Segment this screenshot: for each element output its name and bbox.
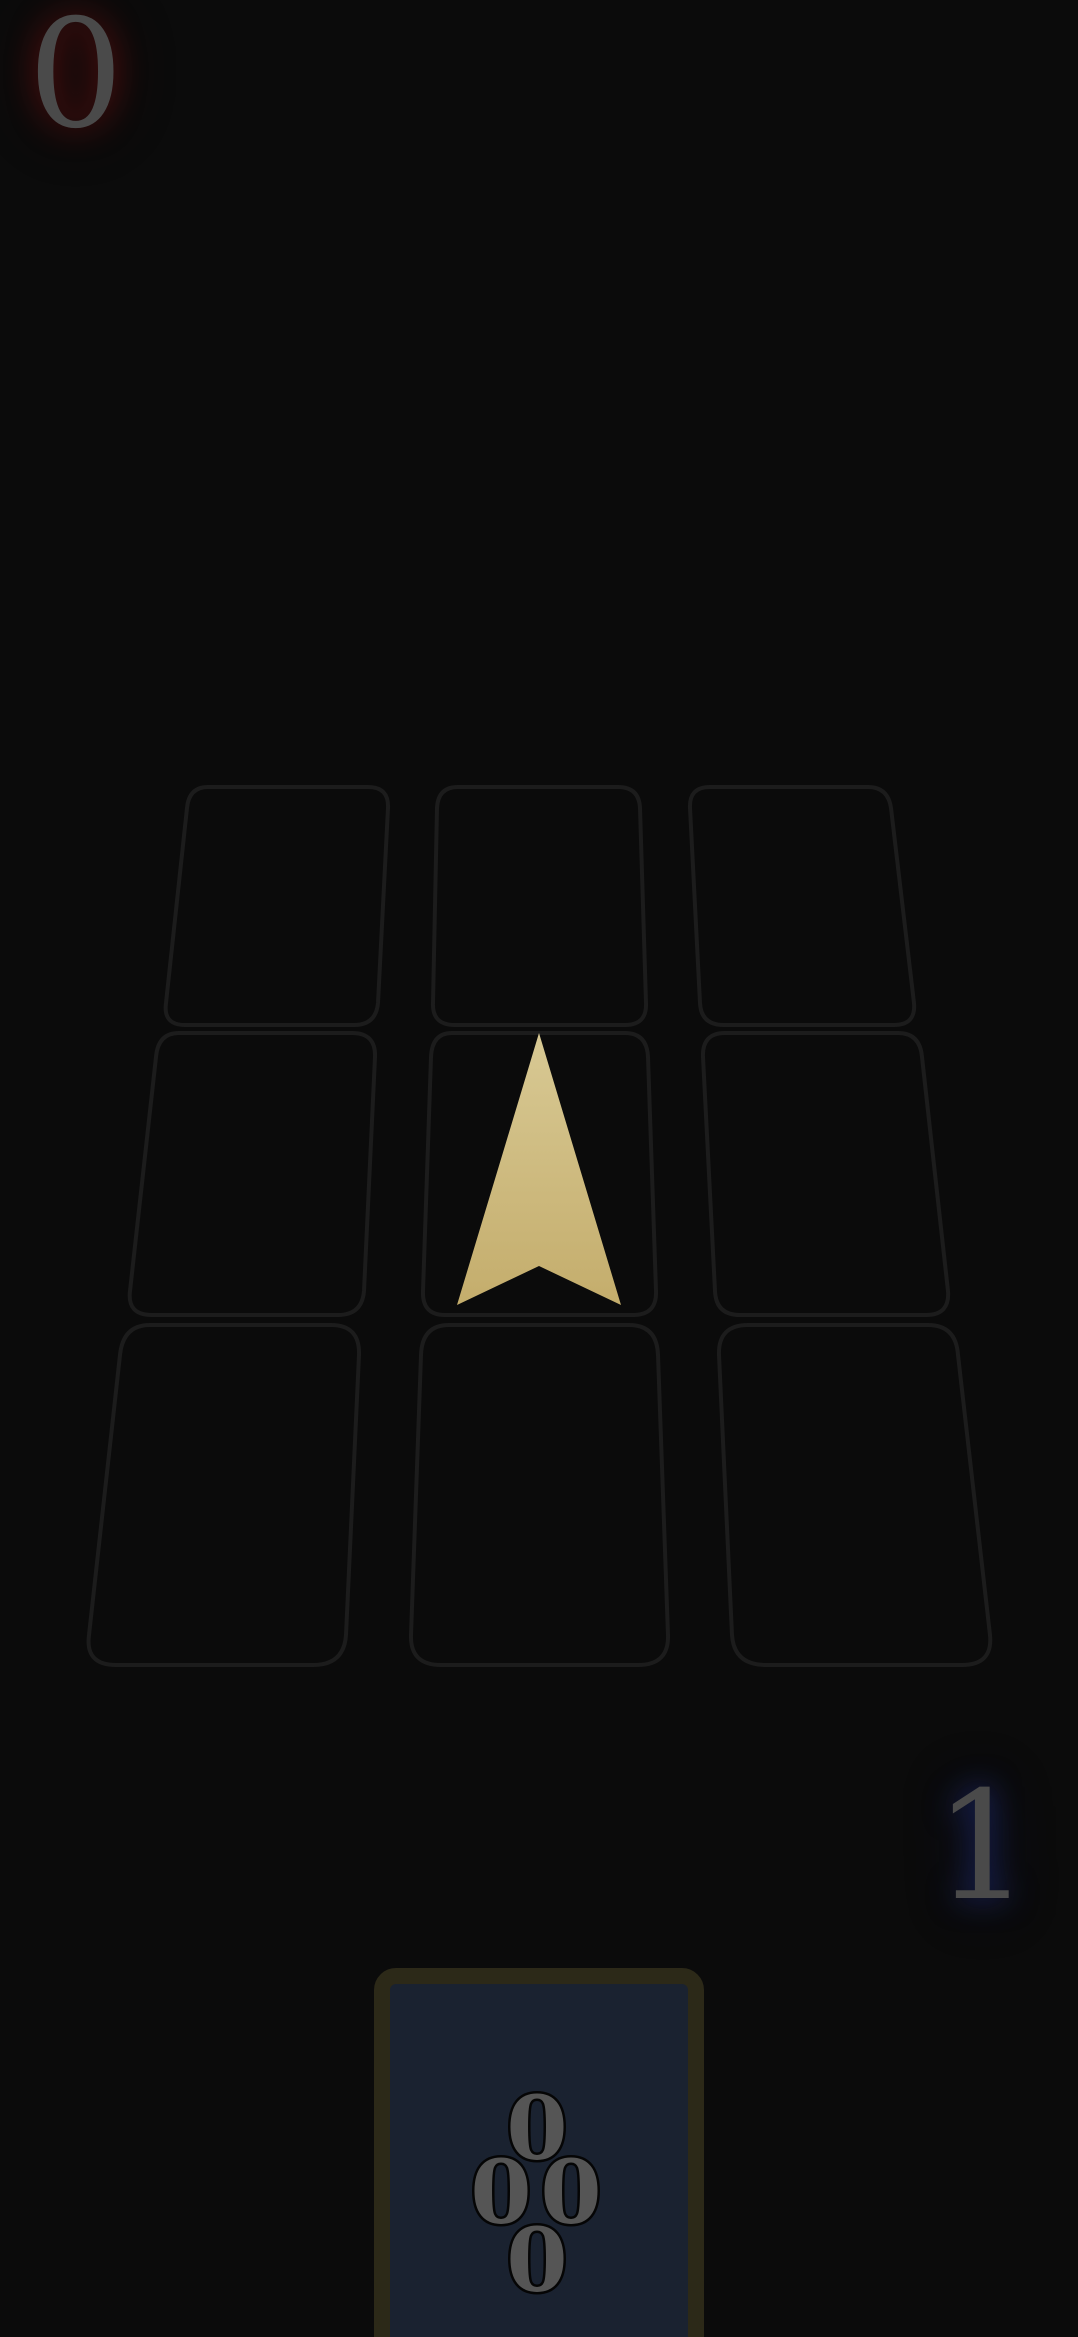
- board-slot-r3c1[interactable]: [86, 1323, 362, 1667]
- turn-arrow-icon: [457, 1033, 621, 1305]
- card-value-bottom: 0: [504, 2208, 570, 2312]
- board-slot-r3c3[interactable]: [716, 1323, 993, 1667]
- top-player-score: 0: [28, 0, 124, 162]
- board-slot-r1c3[interactable]: [687, 785, 917, 1027]
- board-slot-r2c3[interactable]: [700, 1031, 951, 1317]
- hand-card[interactable]: 0 0 0 0: [374, 1968, 704, 2337]
- board-slot-r3c2[interactable]: [408, 1323, 671, 1667]
- board-slot-r2c1[interactable]: [127, 1031, 378, 1317]
- bottom-player-score: 1: [934, 1760, 1030, 1934]
- board-slot-r1c1[interactable]: [163, 785, 391, 1027]
- board-slot-r1c2[interactable]: [430, 785, 649, 1027]
